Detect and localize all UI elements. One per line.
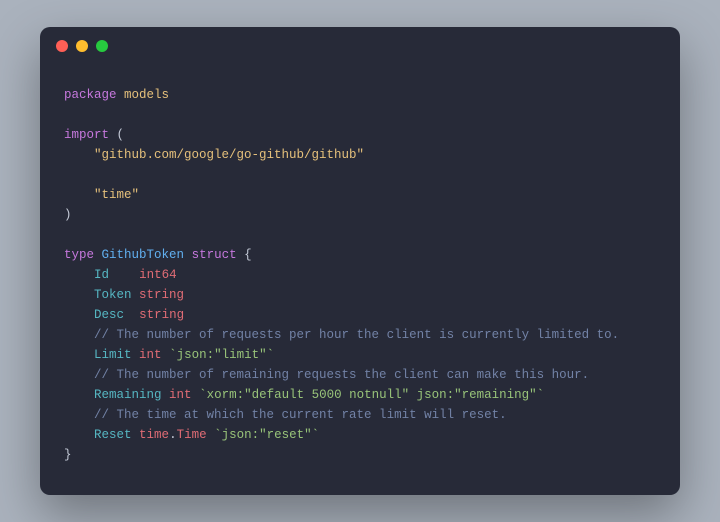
field-name: Id [94, 268, 109, 282]
pad [124, 308, 132, 322]
comment: // The number of remaining requests the … [94, 368, 589, 382]
field-type: int [169, 388, 192, 402]
keyword-type: type [64, 248, 94, 262]
field-name: Reset [94, 428, 132, 442]
import-path: "time" [94, 188, 139, 202]
zoom-icon[interactable] [96, 40, 108, 52]
window-titlebar [40, 27, 680, 65]
code-window: package models import ( "github.com/goog… [40, 27, 680, 495]
type-name: GithubToken [102, 248, 185, 262]
field-name: Desc [94, 308, 124, 322]
package-name: models [124, 88, 169, 102]
code-area: package models import ( "github.com/goog… [40, 65, 680, 495]
keyword-struct: struct [192, 248, 237, 262]
comment: // The number of requests per hour the c… [94, 328, 619, 342]
brace-open: { [244, 248, 252, 262]
field-type-name: Time [177, 428, 207, 442]
field-type: int [139, 348, 162, 362]
field-name: Token [94, 288, 132, 302]
struct-tag: `xorm:"default 5000 notnull" json:"remai… [199, 388, 544, 402]
paren-open: ( [117, 128, 125, 142]
keyword-import: import [64, 128, 109, 142]
field-type: string [139, 288, 184, 302]
close-icon[interactable] [56, 40, 68, 52]
minimize-icon[interactable] [76, 40, 88, 52]
field-type: string [139, 308, 184, 322]
pad [109, 268, 132, 282]
field-name: Limit [94, 348, 132, 362]
keyword-package: package [64, 88, 117, 102]
import-path: "github.com/google/go-github/github" [94, 148, 364, 162]
field-type: int64 [139, 268, 177, 282]
dot: . [169, 428, 177, 442]
brace-close: } [64, 448, 72, 462]
field-type-pkg: time [139, 428, 169, 442]
comment: // The time at which the current rate li… [94, 408, 507, 422]
struct-tag: `json:"reset"` [214, 428, 319, 442]
paren-close: ) [64, 208, 72, 222]
struct-tag: `json:"limit"` [169, 348, 274, 362]
field-name: Remaining [94, 388, 162, 402]
